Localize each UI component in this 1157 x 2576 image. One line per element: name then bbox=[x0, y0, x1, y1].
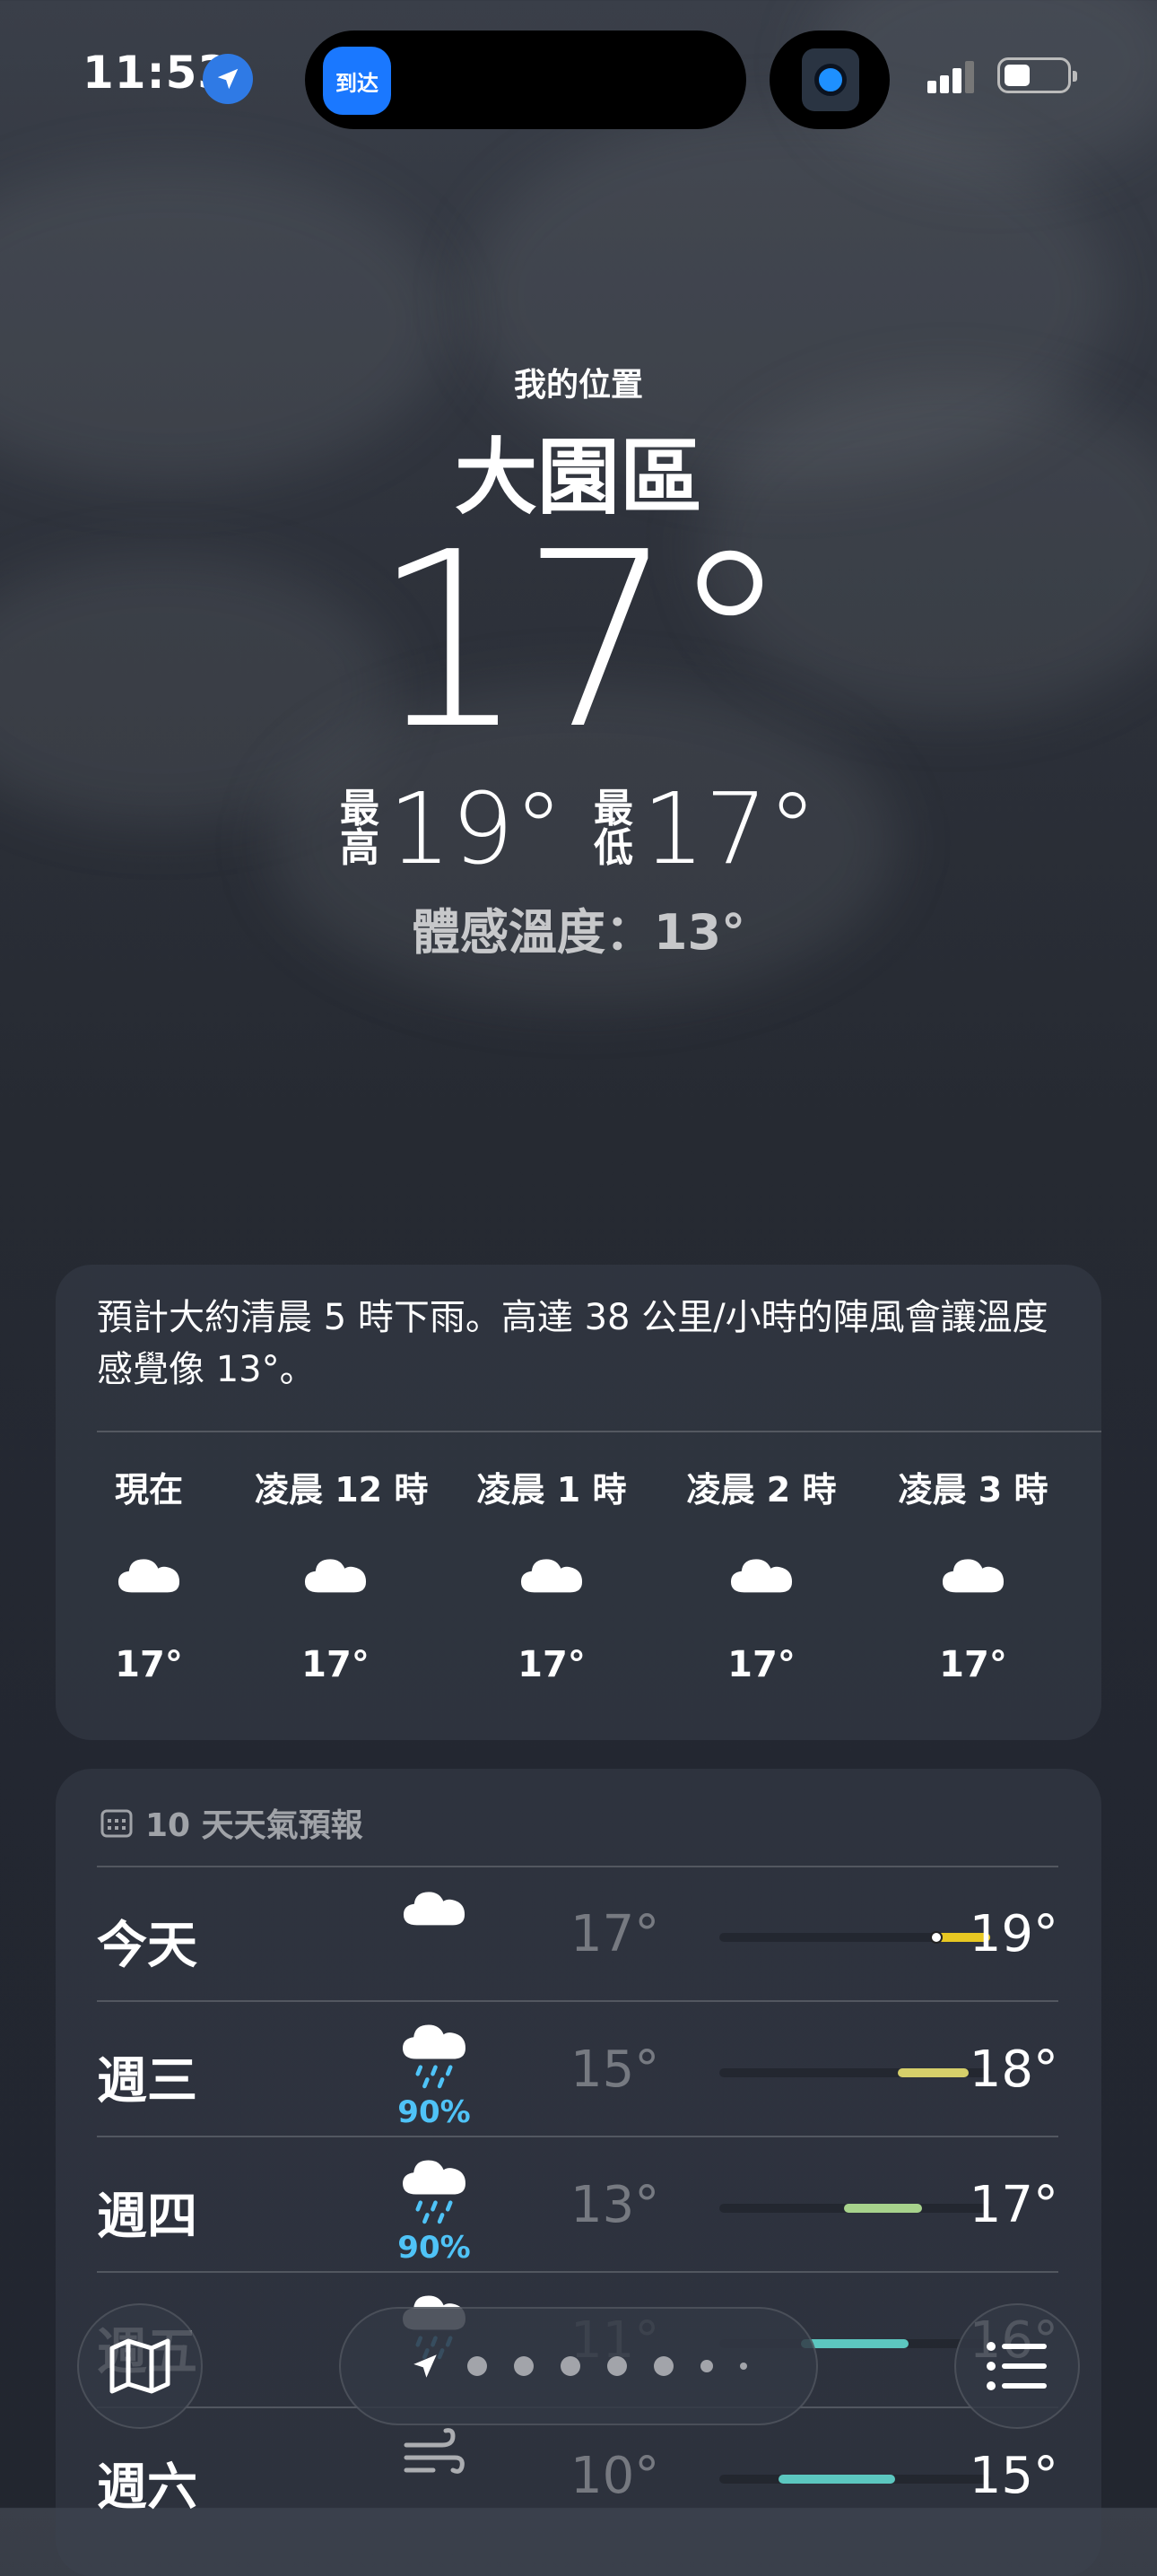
low-temperature: 17° bbox=[642, 771, 817, 886]
dynamic-island-app[interactable] bbox=[770, 30, 890, 129]
day-name: 週四 bbox=[97, 2188, 197, 2246]
cloud-icon bbox=[255, 1553, 416, 1606]
location-arrow-icon bbox=[203, 54, 253, 104]
map-icon bbox=[109, 2338, 170, 2394]
day-high: 17° bbox=[969, 2176, 1058, 2234]
day-name: 週三 bbox=[97, 2052, 197, 2110]
page-dot[interactable] bbox=[514, 2356, 534, 2376]
calendar-icon bbox=[100, 1809, 133, 1838]
day-low: 10° bbox=[570, 2447, 660, 2505]
cloud-icon bbox=[389, 1885, 479, 1930]
cloud-icon bbox=[471, 1553, 632, 1606]
hourly-summary: 預計大約清晨 5 時下雨。高達 38 公里/小時的陣風會讓溫度感覺像 13°。 bbox=[97, 1297, 1048, 1390]
cloud-icon bbox=[892, 1553, 1054, 1606]
temperature-range-bar bbox=[719, 2204, 990, 2213]
high-temperature: 19° bbox=[388, 771, 563, 886]
status-bar: 11:53 到达 bbox=[0, 0, 1157, 152]
hour-temperature: 17° bbox=[301, 1644, 370, 1685]
day-low: 13° bbox=[570, 2176, 660, 2234]
hour-item: 凌晨 3 時 17° bbox=[892, 1462, 1054, 1685]
navigation-badge[interactable]: 到达 bbox=[323, 47, 391, 115]
forecast-day-row[interactable]: 今天 17° 19° bbox=[97, 1867, 1058, 2002]
cellular-signal-icon bbox=[927, 61, 974, 93]
day-low: 15° bbox=[570, 2041, 660, 2099]
temperature-range-fill bbox=[779, 2475, 896, 2484]
ten-day-header: 10 天天氣預報 bbox=[100, 1799, 363, 1846]
list-icon bbox=[987, 2342, 1047, 2390]
hour-label: 凌晨 1 時 bbox=[476, 1470, 627, 1510]
day-high: 15° bbox=[969, 2447, 1058, 2505]
hour-item: 凌晨 2 時 17° bbox=[681, 1462, 842, 1685]
day-name: 週六 bbox=[97, 2459, 197, 2517]
divider bbox=[97, 1431, 1101, 1432]
location-header: 我的位置 大園區 17° 最高 19° 最低 17° 體感溫度：13° bbox=[0, 359, 1157, 961]
wind-icon bbox=[389, 2427, 479, 2485]
page-dot[interactable] bbox=[740, 2363, 747, 2370]
cloud-icon bbox=[681, 1553, 842, 1606]
map-button[interactable] bbox=[77, 2303, 203, 2429]
precipitation-chance: 90% bbox=[397, 2094, 471, 2130]
temperature-range-fill bbox=[898, 2068, 969, 2077]
day-name: 今天 bbox=[97, 1917, 197, 1975]
high-low: 最高 19° 最低 17° bbox=[0, 771, 1157, 886]
hour-temperature: 17° bbox=[518, 1644, 586, 1685]
page-dot[interactable] bbox=[467, 2356, 487, 2376]
forecast-day-row[interactable]: 週三 90% 15° 18° bbox=[97, 2003, 1058, 2137]
cloud-icon bbox=[68, 1553, 230, 1606]
temperature-range-bar bbox=[719, 1931, 990, 1944]
page-dot[interactable] bbox=[607, 2356, 627, 2376]
divider bbox=[97, 2271, 1058, 2273]
location-pager[interactable] bbox=[339, 2307, 818, 2425]
hour-item: 現在 17° bbox=[68, 1462, 230, 1685]
day-low: 17° bbox=[570, 1905, 660, 1963]
temperature-range-fill bbox=[800, 2339, 909, 2348]
rain-cloud-icon: 90% bbox=[389, 2156, 479, 2266]
ten-day-forecast-card[interactable]: 10 天天氣預報 今天 17° 19° 週三 90% 15° 18° 週四 90… bbox=[56, 1769, 1101, 2576]
hour-item: 凌晨 1 時 17° bbox=[471, 1462, 632, 1685]
feels-like: 體感溫度：13° bbox=[411, 904, 746, 961]
dynamic-island[interactable]: 到达 bbox=[305, 30, 746, 129]
day-high: 18° bbox=[969, 2041, 1058, 2099]
low-label: 最低 bbox=[594, 786, 633, 871]
day-high: 19° bbox=[969, 1905, 1058, 1963]
temperature-range-bar bbox=[719, 2475, 990, 2484]
forecast-day-row[interactable]: 週六 10° 15° bbox=[97, 2409, 1058, 2544]
hour-temperature: 17° bbox=[727, 1644, 796, 1685]
location-arrow-icon bbox=[413, 2354, 437, 2378]
my-location-label: 我的位置 bbox=[513, 367, 643, 404]
rain-cloud-icon: 90% bbox=[389, 2021, 479, 2130]
divider bbox=[97, 2136, 1058, 2137]
hour-label: 凌晨 3 時 bbox=[898, 1470, 1048, 1510]
temperature-range-fill bbox=[843, 2204, 923, 2213]
ten-day-title: 10 天天氣預報 bbox=[145, 1807, 363, 1844]
hour-item: 凌晨 12 時 17° bbox=[255, 1462, 429, 1685]
page-dot[interactable] bbox=[654, 2356, 674, 2376]
current-temp-dot bbox=[929, 1931, 943, 1944]
precipitation-chance: 90% bbox=[397, 2230, 471, 2266]
page-dot[interactable] bbox=[561, 2356, 580, 2376]
hour-temperature: 17° bbox=[115, 1644, 183, 1685]
battery-icon bbox=[997, 57, 1077, 93]
divider bbox=[97, 2000, 1058, 2002]
hour-label: 現在 bbox=[114, 1470, 183, 1510]
hourly-forecast-card[interactable]: 預計大約清晨 5 時下雨。高達 38 公里/小時的陣風會讓溫度感覺像 13°。 … bbox=[56, 1265, 1101, 1740]
page-dot[interactable] bbox=[700, 2360, 713, 2372]
hour-temperature: 17° bbox=[939, 1644, 1007, 1685]
hour-label: 凌晨 12 時 bbox=[255, 1470, 429, 1510]
forecast-day-row[interactable]: 週四 90% 13° 17° bbox=[97, 2138, 1058, 2273]
hour-label: 凌晨 2 時 bbox=[686, 1470, 837, 1510]
temperature-range-bar bbox=[719, 2068, 990, 2077]
camera-app-icon[interactable] bbox=[802, 48, 859, 111]
current-temperature: 17° bbox=[371, 500, 791, 782]
list-button[interactable] bbox=[954, 2303, 1080, 2429]
high-label: 最高 bbox=[340, 786, 380, 871]
